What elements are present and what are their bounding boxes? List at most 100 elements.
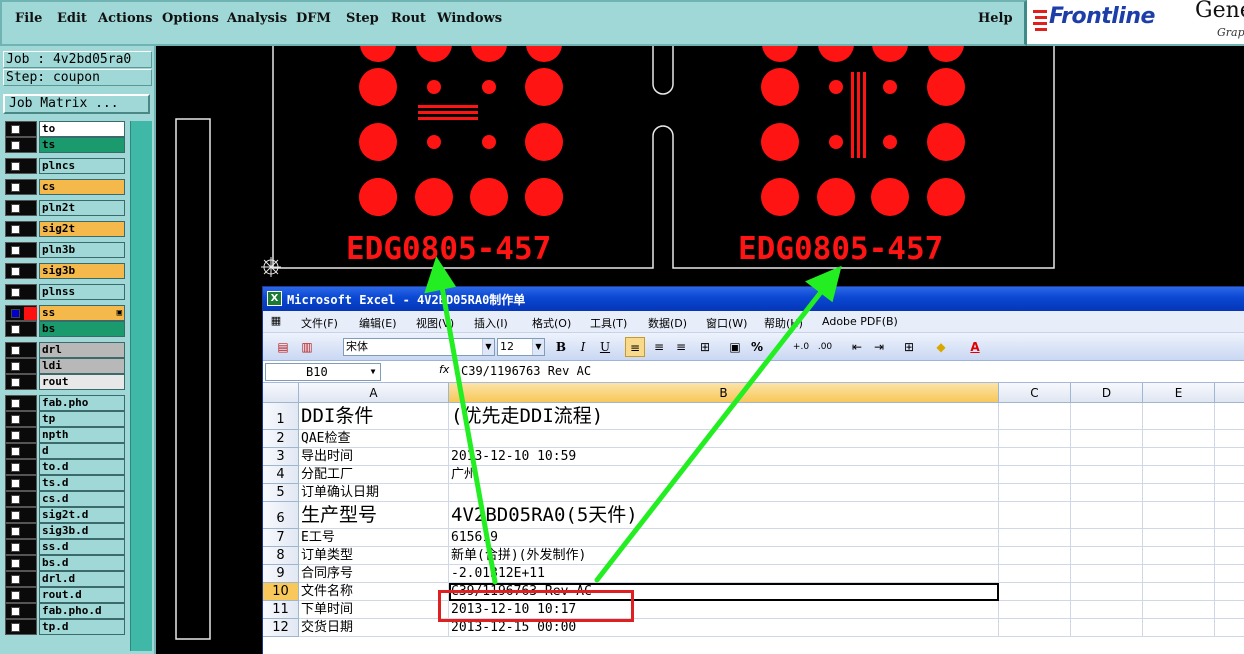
layer-checkbox[interactable] (11, 399, 20, 408)
cell-e[interactable] (1143, 547, 1215, 565)
cell-f[interactable] (1215, 466, 1244, 484)
layer-affected-cell[interactable] (5, 305, 37, 321)
layer-name[interactable]: pln3b (39, 242, 125, 258)
layer-name[interactable]: ldi (39, 358, 125, 374)
layer-row[interactable]: fab.pho.d (5, 603, 126, 619)
cell-d[interactable] (1071, 583, 1143, 601)
cell-e[interactable] (1143, 529, 1215, 547)
layer-checkbox[interactable] (11, 378, 20, 387)
excel-window[interactable]: X Microsoft Excel - 4V2BD05RA0制作单 ▦ 文件(F… (262, 286, 1244, 654)
layer-checkbox[interactable] (11, 479, 20, 488)
layer-checkbox[interactable] (11, 575, 20, 584)
layer-affected-cell[interactable] (5, 221, 37, 237)
fx-icon[interactable]: fx (439, 363, 449, 376)
layer-affected-cell[interactable] (5, 158, 37, 174)
cell-c[interactable] (999, 466, 1071, 484)
row-header[interactable]: 10 (263, 583, 299, 601)
layer-row[interactable]: ts (5, 137, 126, 153)
layer-name[interactable]: tp.d (39, 619, 125, 635)
layer-row[interactable]: plncs (5, 158, 126, 174)
fill-color-icon[interactable]: ◆ (931, 337, 951, 357)
layer-affected-cell[interactable] (5, 443, 37, 459)
layer-name[interactable]: bs.d (39, 555, 125, 571)
cell-c[interactable] (999, 619, 1071, 637)
layer-name[interactable]: plnss (39, 284, 125, 300)
layer-affected-cell[interactable] (5, 603, 37, 619)
menu-help[interactable]: Help (978, 11, 1013, 26)
align-center-icon[interactable]: ≡ (649, 337, 669, 357)
layer-checkbox[interactable] (11, 415, 20, 424)
currency-icon[interactable]: ▣ (725, 337, 745, 357)
cell-a[interactable]: 合同序号 (299, 565, 449, 583)
layer-row[interactable]: ts.d (5, 475, 126, 491)
layer-checkbox[interactable] (11, 447, 20, 456)
layer-scrollbar[interactable] (130, 121, 152, 651)
layer-row[interactable]: cs (5, 179, 126, 195)
cell-a[interactable]: 下单时间 (299, 601, 449, 619)
layer-checkbox[interactable] (11, 162, 20, 171)
layer-name[interactable]: d (39, 443, 125, 459)
bold-icon[interactable]: B (551, 337, 571, 357)
layer-name[interactable]: plncs (39, 158, 125, 174)
layer-row[interactable]: to.d (5, 459, 126, 475)
excel-menu-format[interactable]: 格式(O) (532, 315, 571, 331)
layer-checkbox[interactable] (11, 204, 20, 213)
cell-f[interactable] (1215, 430, 1244, 448)
layer-affected-cell[interactable] (5, 523, 37, 539)
layer-row[interactable]: fab.pho (5, 395, 126, 411)
font-color-icon[interactable]: A (965, 337, 985, 357)
layer-row[interactable]: npth (5, 427, 126, 443)
cell-c[interactable] (999, 547, 1071, 565)
merge-icon[interactable]: ⊞ (695, 337, 715, 357)
cell-d[interactable] (1071, 619, 1143, 637)
formula-input[interactable]: C39/1196763 Rev AC (461, 362, 591, 380)
layer-name[interactable]: sig2t.d (39, 507, 125, 523)
layer-row[interactable]: drl (5, 342, 126, 358)
layer-name[interactable]: to (39, 121, 125, 137)
layer-name[interactable]: fab.pho.d (39, 603, 125, 619)
cell-a[interactable]: 文件名称 (299, 583, 449, 601)
excel-doc-icon[interactable]: ▦ (267, 312, 285, 330)
layer-affected-cell[interactable] (5, 539, 37, 555)
cell-b[interactable]: 615619 (449, 529, 999, 547)
increase-indent-icon[interactable]: ⇥ (869, 337, 889, 357)
layer-affected-cell[interactable] (5, 507, 37, 523)
italic-icon[interactable]: I (573, 337, 593, 357)
cell-a[interactable]: 订单确认日期 (299, 484, 449, 502)
cell-e[interactable] (1143, 403, 1215, 430)
cell-a[interactable]: 订单类型 (299, 547, 449, 565)
cell-b[interactable]: 4V2BD05RA0(5天件) (449, 502, 999, 529)
layer-name[interactable]: cs.d (39, 491, 125, 507)
row-header[interactable]: 9 (263, 565, 299, 583)
layer-name[interactable]: sig3b (39, 263, 125, 279)
layer-affected-cell[interactable] (5, 587, 37, 603)
cell-f[interactable] (1215, 403, 1244, 430)
layer-row[interactable]: tp.d (5, 619, 126, 635)
layer-checkbox[interactable] (11, 591, 20, 600)
excel-menu-window[interactable]: 窗口(W) (706, 315, 747, 331)
layer-row[interactable]: tp (5, 411, 126, 427)
layer-affected-cell[interactable] (5, 321, 37, 337)
layer-name[interactable]: ss ▣ (39, 305, 125, 321)
cell-c[interactable] (999, 565, 1071, 583)
layer-affected-cell[interactable] (5, 242, 37, 258)
cell-a[interactable]: 导出时间 (299, 448, 449, 466)
layer-row[interactable]: rout.d (5, 587, 126, 603)
layer-checkbox[interactable] (11, 267, 20, 276)
name-box[interactable]: B10 ▼ (265, 363, 381, 381)
cell-b[interactable]: (优先走DDI流程) (449, 403, 999, 430)
layer-name[interactable]: ts (39, 137, 125, 153)
layer-row[interactable]: d (5, 443, 126, 459)
excel-menu-tools[interactable]: 工具(T) (590, 315, 627, 331)
cell-f[interactable] (1215, 601, 1244, 619)
layer-checkbox[interactable] (11, 246, 20, 255)
menu-dfm[interactable]: DFM (296, 11, 331, 26)
row-header[interactable]: 5 (263, 484, 299, 502)
spreadsheet-grid[interactable]: A B C D E 1 DDI条件 (优先走DDI流程) 2 QAE检查 3 导出时间 201… (263, 383, 1244, 654)
excel-menu-adobe-pdf[interactable]: Adobe PDF(B) (822, 315, 898, 328)
layer-affected-cell[interactable] (5, 179, 37, 195)
cell-c[interactable] (999, 502, 1071, 529)
layer-row[interactable]: pln3b (5, 242, 126, 258)
cell-f[interactable] (1215, 448, 1244, 466)
font-name-select[interactable]: 宋体 ▼ (343, 338, 495, 356)
